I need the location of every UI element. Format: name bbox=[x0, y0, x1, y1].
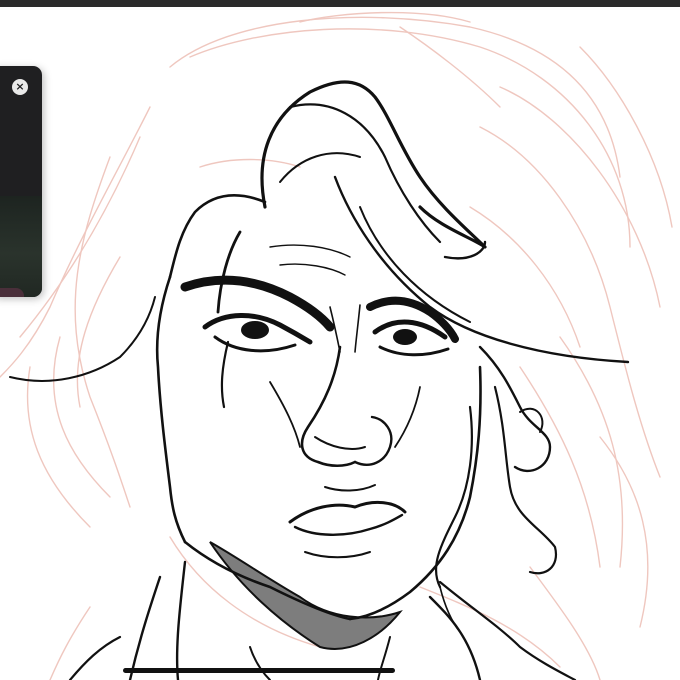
top-toolbar-edge bbox=[0, 0, 680, 7]
drawing-app-screen: × bbox=[0, 0, 680, 680]
canvas-artwork bbox=[0, 11, 673, 680]
reference-image bbox=[0, 196, 42, 297]
reference-image-panel[interactable]: × bbox=[0, 66, 42, 297]
close-icon[interactable]: × bbox=[12, 79, 28, 95]
drawing-canvas[interactable] bbox=[0, 7, 680, 680]
ink-layer bbox=[9, 80, 630, 680]
home-indicator[interactable] bbox=[123, 668, 395, 673]
neck-shadow bbox=[209, 541, 403, 650]
sketch-layer bbox=[0, 11, 673, 680]
reference-image-detail bbox=[0, 288, 24, 297]
